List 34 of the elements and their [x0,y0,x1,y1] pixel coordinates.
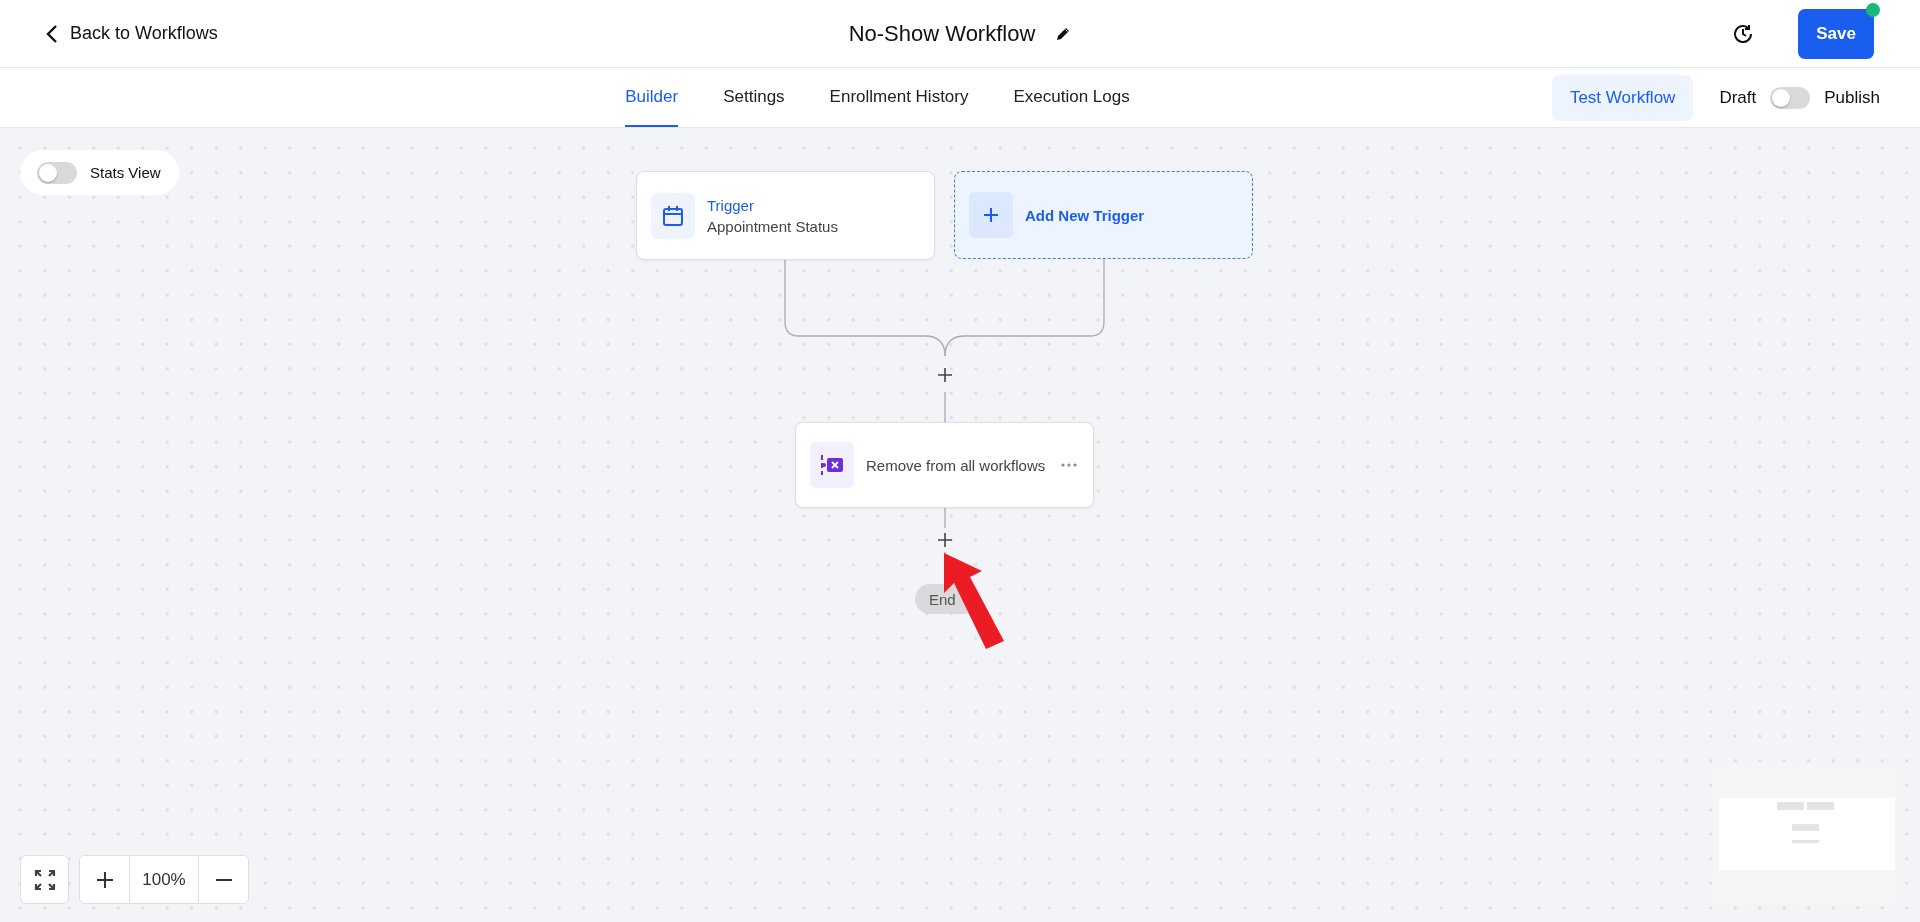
draft-label: Draft [1719,87,1757,108]
back-icon [46,23,58,44]
action-card[interactable]: Remove from all workflows [795,422,1094,508]
test-workflow-button[interactable]: Test Workflow [1551,74,1694,121]
save-button[interactable]: Save [1798,8,1874,59]
stats-view-label: Stats View [90,164,161,181]
tab[interactable]: Enrollment History [829,68,969,127]
connector-line [944,507,946,529]
back-link[interactable]: Back to Workflows [46,23,218,44]
stats-view-toggle[interactable] [37,161,77,184]
add-step-icon[interactable] [937,367,953,383]
add-trigger-label: Add New Trigger [1025,206,1145,224]
plus-icon [983,207,999,223]
plus-icon [95,870,114,889]
add-step-icon[interactable] [937,532,953,548]
fit-view-button[interactable] [20,855,69,904]
trigger-card[interactable]: Trigger Appointment Status [636,171,935,260]
trigger-title: Trigger [707,196,755,214]
trigger-subtitle: Appointment Status [707,217,838,235]
action-title: Remove from all workflows [866,456,1046,474]
fit-view-icon [33,868,56,891]
connector-line [944,391,946,423]
edit-icon[interactable] [1055,25,1072,42]
history-icon[interactable] [1732,22,1754,45]
calendar-icon [662,204,684,227]
minus-icon [214,878,233,881]
tab[interactable]: Settings [723,68,785,127]
publish-toggle[interactable] [1770,86,1811,109]
tab[interactable]: Execution Logs [1013,68,1130,127]
remove-workflow-icon [820,454,844,476]
workflow-title: No-Show Workflow [848,20,1036,47]
publish-label: Publish [1824,87,1880,108]
more-icon[interactable] [1061,463,1078,467]
add-trigger-card[interactable]: Add New Trigger [954,171,1253,259]
